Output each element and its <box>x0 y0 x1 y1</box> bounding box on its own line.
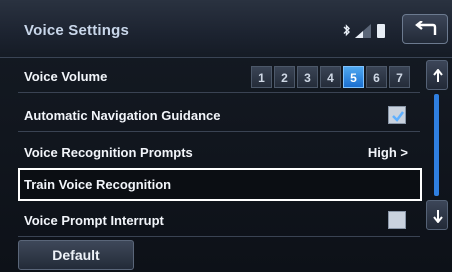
list-item-voice-volume: Voice Volume 1 2 3 4 5 6 7 <box>18 60 420 93</box>
recognition-prompts-label: Voice Recognition Prompts <box>24 145 193 160</box>
scroll-down-button[interactable] <box>426 200 448 230</box>
auto-nav-guidance-checkbox[interactable] <box>388 106 406 124</box>
default-button[interactable]: Default <box>18 240 134 270</box>
volume-level-5-button[interactable]: 5 <box>343 66 364 88</box>
scroll-thumb[interactable] <box>434 94 439 196</box>
list-item-recognition-prompts[interactable]: Voice Recognition Prompts High > <box>18 136 420 169</box>
prompt-interrupt-checkbox[interactable] <box>388 211 406 229</box>
scroll-up-button[interactable] <box>426 60 448 90</box>
checkmark-icon <box>392 111 404 122</box>
list-item-prompt-interrupt[interactable]: Voice Prompt Interrupt <box>18 204 420 237</box>
volume-level-selector: 1 2 3 4 5 6 7 <box>251 66 410 88</box>
volume-level-3-button[interactable]: 3 <box>297 66 318 88</box>
voice-volume-label: Voice Volume <box>24 69 108 84</box>
scroll-down-icon <box>433 210 443 223</box>
train-recognition-label: Train Voice Recognition <box>24 177 172 192</box>
battery-icon <box>377 24 385 38</box>
list-item-auto-nav-guidance[interactable]: Automatic Navigation Guidance <box>18 99 420 132</box>
back-button[interactable] <box>402 14 448 44</box>
auto-nav-guidance-label: Automatic Navigation Guidance <box>24 108 221 123</box>
scroll-up-icon <box>433 69 443 82</box>
status-indicators <box>343 22 395 40</box>
signal-icon <box>355 24 371 38</box>
volume-level-1-button[interactable]: 1 <box>251 66 272 88</box>
volume-level-7-button[interactable]: 7 <box>389 66 410 88</box>
recognition-prompts-value[interactable]: High > <box>368 145 408 160</box>
list-item-train-recognition[interactable]: Train Voice Recognition <box>18 168 422 201</box>
voice-settings-screen: Voice Settings Voice Volume 1 2 3 4 5 6 … <box>0 0 452 272</box>
bluetooth-icon <box>343 24 350 37</box>
header-bar: Voice Settings <box>0 0 452 58</box>
volume-level-4-button[interactable]: 4 <box>320 66 341 88</box>
page-title: Voice Settings <box>24 22 130 39</box>
back-arrow-icon <box>415 21 437 35</box>
volume-level-6-button[interactable]: 6 <box>366 66 387 88</box>
volume-level-2-button[interactable]: 2 <box>274 66 295 88</box>
scrollbar[interactable] <box>426 60 448 230</box>
prompt-interrupt-label: Voice Prompt Interrupt <box>24 213 164 228</box>
